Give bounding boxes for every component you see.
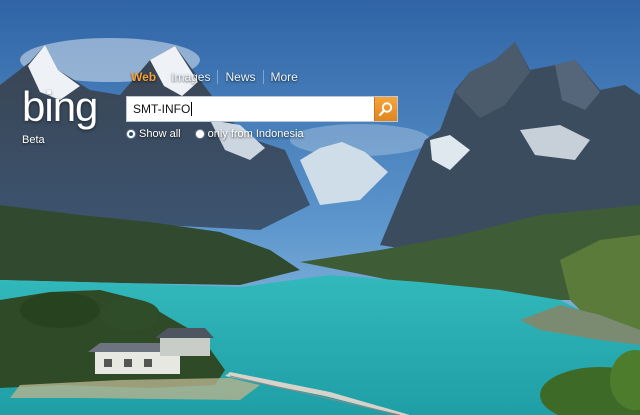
scope-show-all-label: Show all: [139, 128, 181, 140]
search-verticals-nav: Web Images News More: [131, 70, 305, 84]
scope-indonesia[interactable]: only from Indonesia: [194, 128, 304, 140]
tab-news[interactable]: News: [217, 70, 262, 84]
beta-label: Beta: [22, 134, 45, 146]
bing-logo[interactable]: bing: [22, 86, 98, 128]
search-scope-options: Show all only from Indonesia: [126, 128, 304, 140]
tab-images[interactable]: Images: [163, 70, 217, 84]
scope-show-all[interactable]: Show all: [126, 128, 181, 140]
tab-web[interactable]: Web: [131, 70, 163, 84]
tab-more[interactable]: More: [262, 70, 305, 84]
landscape-photo: [0, 0, 640, 415]
search-input[interactable]: [127, 97, 375, 121]
homepage-background: bing Beta Web Images News More Show all …: [0, 0, 640, 415]
scope-indonesia-label: only from Indonesia: [207, 128, 304, 140]
magnifier-icon: [378, 102, 393, 117]
search-button[interactable]: [374, 97, 397, 121]
radio-show-all[interactable]: [126, 129, 136, 139]
text-caret: [191, 102, 193, 116]
search-box: [126, 96, 398, 122]
radio-indonesia[interactable]: [194, 129, 205, 139]
